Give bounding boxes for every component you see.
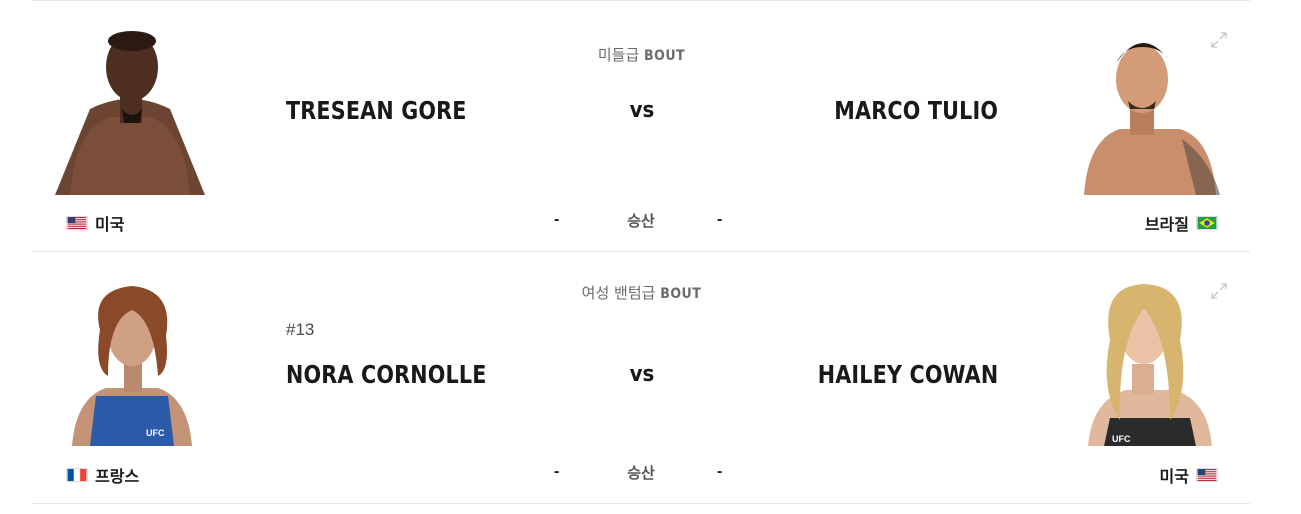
blue-fighter-country: 미국: [1160, 463, 1218, 487]
blue-odds: -: [717, 463, 723, 480]
bout-card[interactable]: 여성 밴텀급 BOUT UFC UFC #13 NORA CORNOLLE vs…: [0, 252, 1301, 504]
fighter-silhouette-icon: UFC: [72, 286, 192, 446]
blue-fighter-photo[interactable]: [1070, 29, 1230, 195]
country-name: 프랑스: [95, 467, 140, 486]
fighter-silhouette-icon: UFC: [1088, 284, 1212, 446]
blue-fighter-name[interactable]: MARCO TULIO: [834, 96, 998, 125]
odds-label: 승산: [627, 212, 655, 230]
us-flag-icon: [66, 216, 88, 230]
red-fighter-name[interactable]: TRESEAN GORE: [286, 96, 467, 125]
country-name: 미국: [95, 215, 125, 234]
bout-word: BOUT: [660, 286, 702, 302]
red-odds: -: [554, 463, 560, 480]
weight-class-name: 미들급: [597, 46, 640, 64]
country-name: 미국: [1159, 467, 1189, 486]
odds-label: 승산: [627, 464, 655, 482]
red-fighter-name[interactable]: NORA CORNOLLE: [286, 360, 487, 389]
blue-odds: -: [717, 211, 723, 228]
us-flag-icon: [1196, 468, 1218, 482]
vs-label: vs: [629, 98, 655, 123]
red-fighter-photo[interactable]: [50, 29, 210, 195]
red-fighter-country: 프랑스: [66, 463, 139, 487]
vs-label: vs: [629, 362, 655, 387]
blue-fighter-name[interactable]: HAILEY COWAN: [817, 360, 998, 389]
france-flag-icon: [66, 468, 88, 482]
country-name: 브라질: [1144, 215, 1189, 234]
red-odds: -: [554, 211, 560, 228]
bout-word: BOUT: [644, 48, 686, 64]
brazil-flag-icon: [1196, 216, 1218, 230]
blue-fighter-photo[interactable]: UFC: [1070, 280, 1230, 446]
red-fighter-country: 미국: [66, 211, 124, 235]
red-fighter-rank: #13: [286, 320, 315, 339]
bottom-divider: [33, 503, 1250, 504]
bout-card[interactable]: 미들급 BOUT TRESEAN GORE vs MARCO TULIO 미국: [0, 0, 1301, 252]
red-fighter-photo[interactable]: UFC: [50, 280, 210, 446]
svg-text:UFC: UFC: [1112, 434, 1131, 444]
weight-class-name: 여성 밴텀급: [581, 284, 656, 302]
fighter-silhouette-icon: [55, 31, 205, 195]
blue-fighter-country: 브라질: [1145, 211, 1218, 235]
svg-text:UFC: UFC: [146, 428, 165, 438]
fighter-silhouette-icon: [1084, 42, 1220, 195]
